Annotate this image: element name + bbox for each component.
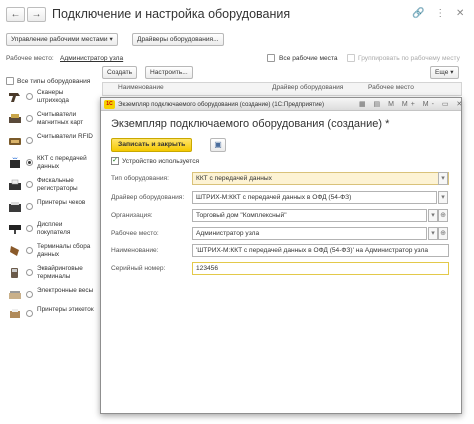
chevron-down-icon[interactable]: ▾ bbox=[438, 172, 448, 185]
sidebar-item-label: Фискальные регистраторы bbox=[37, 177, 78, 192]
radio-card-readers[interactable] bbox=[26, 115, 33, 122]
name-field[interactable]: 'ШТРИХ-М:ККТ с передачей данных в ОФД (5… bbox=[192, 244, 449, 257]
sidebar-item-fiscal[interactable]: Фискальные регистраторы bbox=[6, 176, 96, 198]
sidebar-item-label: ККТ с передачей данных bbox=[37, 155, 87, 170]
sidebar-item-label: Терминалы сбора данных bbox=[37, 243, 91, 258]
sidebar-item-acquiring[interactable]: Эквайринговые терминалы bbox=[6, 264, 96, 286]
driver-field[interactable]: ШТРИХ-М:ККТ с передачей данных в ОФД (54… bbox=[192, 191, 437, 204]
cash-register-icon bbox=[10, 157, 20, 168]
column-driver[interactable]: Драйвер оборудования bbox=[272, 84, 343, 94]
sidebar-item-label: Принтеры этикеток bbox=[37, 306, 94, 313]
workplace-label: Рабочее место: bbox=[6, 55, 54, 62]
group-by-workplace-checkbox[interactable] bbox=[347, 54, 355, 62]
all-workplaces-label: Все рабочие места bbox=[279, 55, 338, 62]
radio-label-printers[interactable] bbox=[26, 310, 33, 317]
column-workplace[interactable]: Рабочее место bbox=[368, 84, 414, 94]
page-title: Подключение и настройка оборудования bbox=[52, 7, 291, 21]
open-link-icon[interactable]: ⊕ bbox=[438, 209, 448, 222]
sidebar-item-barcode-scanners[interactable]: Сканеры штрихкода bbox=[6, 88, 96, 110]
group-by-workplace-label: Группировать по рабочему месту bbox=[358, 55, 460, 62]
radio-data-terminals[interactable] bbox=[26, 247, 33, 254]
radio-rfid[interactable] bbox=[26, 137, 33, 144]
open-link-icon[interactable]: ⊕ bbox=[438, 227, 448, 240]
organization-label: Организация: bbox=[111, 212, 153, 219]
sidebar-item-label: Считыватели магнитных карт bbox=[37, 111, 84, 126]
all-types-label: Все типы оборудования bbox=[17, 78, 91, 85]
driver-label: Драйвер оборудования: bbox=[111, 194, 185, 201]
sidebar-item-rfid[interactable]: Считыватели RFID bbox=[6, 132, 96, 154]
data-terminal-icon bbox=[10, 246, 19, 256]
save-icon[interactable]: ▣ bbox=[210, 138, 226, 152]
chevron-down-icon: ▾ bbox=[109, 36, 113, 43]
chevron-down-icon: ▾ bbox=[450, 69, 454, 76]
dialog-titlebar-text: Экземпляр подключаемого оборудования (со… bbox=[118, 101, 325, 108]
fiscal-printer-icon bbox=[9, 179, 21, 190]
radio-barcode-scanners[interactable] bbox=[26, 93, 33, 100]
card-reader-icon bbox=[9, 114, 21, 123]
sidebar-item-data-terminals[interactable]: Терминалы сбора данных bbox=[6, 242, 96, 264]
sidebar-item-label-printers[interactable]: Принтеры этикеток bbox=[6, 305, 96, 327]
window-actions-icons[interactable]: 🔗 ⋮ ✕ bbox=[412, 8, 468, 19]
column-name[interactable]: Наименование bbox=[118, 84, 164, 94]
all-types-checkbox[interactable] bbox=[6, 77, 14, 85]
back-button[interactable]: ← bbox=[6, 7, 25, 22]
receipt-printer-icon bbox=[9, 202, 21, 212]
radio-acquiring[interactable] bbox=[26, 269, 33, 276]
equipment-instance-dialog: 1С Экземпляр подключаемого оборудования … bbox=[100, 97, 462, 414]
chevron-down-icon[interactable]: ▾ bbox=[428, 227, 438, 240]
device-used-checkbox[interactable]: ✓ bbox=[111, 157, 119, 165]
more-button-label: Еще bbox=[435, 69, 449, 76]
scales-icon bbox=[9, 291, 21, 299]
forward-button[interactable]: → bbox=[27, 7, 46, 22]
1c-logo-icon: 1С bbox=[104, 100, 115, 109]
all-workplaces-checkbox[interactable] bbox=[267, 54, 275, 62]
titlebar-tool-icons[interactable]: ▦ ▤ M M+ M- ▭ ✕ bbox=[359, 100, 465, 108]
serial-label: Серийный номер: bbox=[111, 265, 166, 272]
create-button[interactable]: Создать bbox=[102, 66, 138, 79]
radio-customer-displays[interactable] bbox=[26, 225, 33, 232]
device-used-label: Устройство используется bbox=[122, 158, 200, 165]
sidebar-item-label: Принтеры чеков bbox=[37, 199, 86, 206]
sidebar-item-label: Электронные весы bbox=[37, 287, 94, 294]
radio-scales[interactable] bbox=[26, 291, 33, 298]
workplaces-dropdown-button[interactable]: Управление рабочими местами ▾ bbox=[6, 33, 118, 46]
label-printer-icon bbox=[10, 309, 20, 318]
serial-field[interactable]: 123456 bbox=[192, 262, 449, 275]
configure-button[interactable]: Настроить... bbox=[145, 66, 193, 79]
more-button[interactable]: Еще ▾ bbox=[430, 66, 459, 79]
workplace-link[interactable]: Администратор узла bbox=[60, 55, 123, 62]
chevron-down-icon[interactable]: ▾ bbox=[438, 191, 448, 204]
acquiring-terminal-icon bbox=[11, 268, 18, 278]
sidebar-item-receipt-printers[interactable]: Принтеры чеков bbox=[6, 198, 96, 220]
type-label: Тип оборудования: bbox=[111, 175, 169, 182]
name-label: Наименование: bbox=[111, 247, 159, 254]
customer-display-icon bbox=[9, 225, 21, 234]
workplace-label: Рабочее место: bbox=[111, 230, 159, 237]
radio-kkt[interactable] bbox=[26, 159, 33, 166]
type-field[interactable]: ККТ с передачей данных bbox=[192, 172, 449, 185]
sidebar-item-kkt[interactable]: ККТ с передачей данных bbox=[6, 154, 96, 176]
radio-fiscal[interactable] bbox=[26, 181, 33, 188]
workplace-field[interactable]: Администратор узла bbox=[192, 227, 427, 240]
sidebar-item-customer-displays[interactable]: Дисплеи покупателя bbox=[6, 220, 96, 242]
sidebar-item-label: Считыватели RFID bbox=[37, 133, 93, 140]
drivers-button[interactable]: Драйверы оборудования... bbox=[132, 33, 224, 46]
sidebar-item-label: Дисплеи покупателя bbox=[37, 221, 71, 236]
workplaces-button-label: Управление рабочими местами bbox=[11, 36, 108, 43]
sidebar-item-label: Сканеры штрихкода bbox=[37, 89, 69, 104]
dialog-heading: Экземпляр подключаемого оборудования (со… bbox=[111, 118, 390, 130]
barcode-scanner-icon bbox=[9, 93, 20, 102]
radio-receipt-printers[interactable] bbox=[26, 203, 33, 210]
chevron-down-icon[interactable]: ▾ bbox=[428, 209, 438, 222]
sidebar-item-label: Эквайринговые терминалы bbox=[37, 265, 83, 280]
rfid-reader-icon bbox=[9, 138, 21, 145]
save-and-close-button[interactable]: Записать и закрыть bbox=[111, 138, 193, 152]
organization-field[interactable]: Торговый дом "Комплексный" bbox=[192, 209, 427, 222]
sidebar-item-card-readers[interactable]: Считыватели магнитных карт bbox=[6, 110, 96, 132]
